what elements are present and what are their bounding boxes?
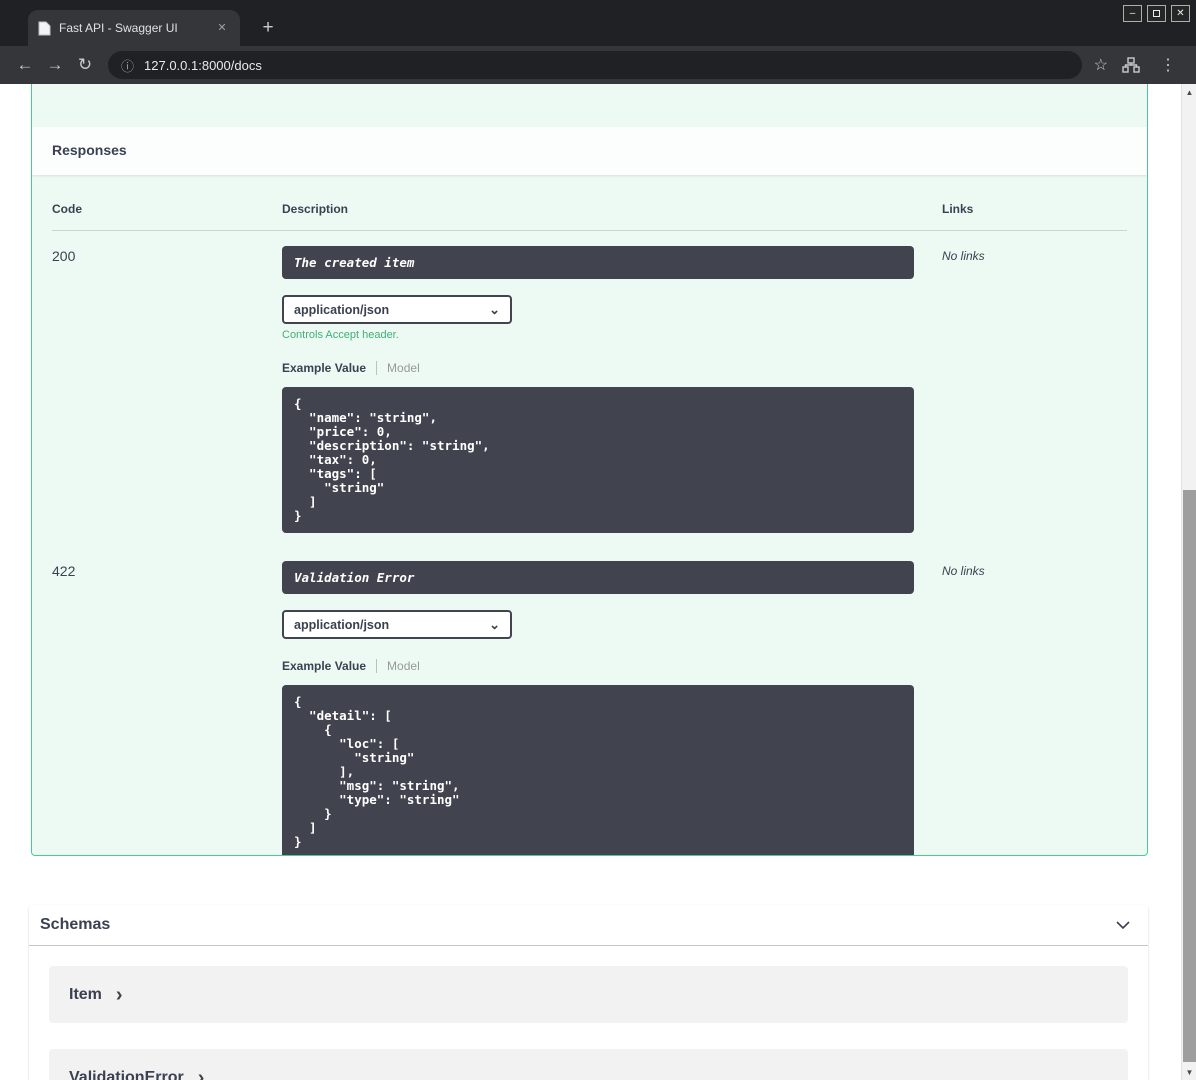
forward-icon[interactable]: → xyxy=(40,55,70,75)
example-model-tabs: Example Value Model xyxy=(282,659,942,673)
schemas-title: Schemas xyxy=(40,916,111,933)
schemas-body: Item › ValidationError › xyxy=(29,946,1148,1080)
chevron-right-icon: › xyxy=(115,983,123,1006)
responses-title: Responses xyxy=(52,142,127,158)
response-description: The created item xyxy=(282,246,914,279)
tab-close-icon[interactable]: ✕ xyxy=(214,20,230,36)
responses-table-header: Code Description Links xyxy=(52,190,1127,231)
browser-window: Fast API - Swagger UI ✕ + – ✕ ← → ↻ ⓘ 12… xyxy=(0,0,1196,1080)
back-icon[interactable]: ← xyxy=(10,55,40,75)
model-item[interactable]: Item › xyxy=(49,966,1128,1023)
model-validationerror[interactable]: ValidationError › xyxy=(49,1049,1128,1080)
info-icon[interactable]: ⓘ xyxy=(121,56,134,75)
operation-block: Responses Code Description Links 200 The… xyxy=(31,84,1148,856)
toolbar: ← → ↻ ⓘ 127.0.0.1:8000/docs ☆ ⋮ xyxy=(0,46,1196,84)
response-links: No links xyxy=(942,564,985,578)
tab-divider xyxy=(376,361,378,375)
response-description: Validation Error xyxy=(282,561,914,594)
example-json-block: { "name": "string", "price": 0, "descrip… xyxy=(282,387,914,533)
menu-kebab-icon[interactable]: ⋮ xyxy=(1154,55,1182,75)
schemas-section: Schemas Item › ValidationError › xyxy=(29,905,1148,1080)
tab-model[interactable]: Model xyxy=(387,659,420,673)
browser-tab[interactable]: Fast API - Swagger UI ✕ xyxy=(28,10,240,46)
close-button[interactable]: ✕ xyxy=(1171,5,1190,22)
reload-icon[interactable]: ↻ xyxy=(70,55,100,75)
response-description-cell: The created item application/json ⌄ Cont… xyxy=(282,246,942,533)
bookmark-star-icon[interactable]: ☆ xyxy=(1094,55,1108,75)
new-tab-button[interactable]: + xyxy=(254,14,282,42)
toolbar-actions: ☆ ⋮ xyxy=(1090,55,1186,75)
tab-model[interactable]: Model xyxy=(387,361,420,375)
titlebar: Fast API - Swagger UI ✕ + – ✕ xyxy=(0,0,1196,46)
column-description: Description xyxy=(282,202,349,216)
example-json-block: { "detail": [ { "loc": [ "string" ], "ms… xyxy=(282,685,914,855)
tab-divider xyxy=(376,659,378,673)
maximize-icon xyxy=(1153,10,1160,17)
media-type-value: application/json xyxy=(294,617,390,632)
chevron-right-icon: › xyxy=(197,1066,205,1080)
response-code: 200 xyxy=(52,248,76,264)
url-text: 127.0.0.1:8000/docs xyxy=(144,57,262,73)
tab-example-value[interactable]: Example Value xyxy=(282,659,366,673)
responses-table: Code Description Links 200 The created i… xyxy=(32,175,1147,855)
tab-example-value[interactable]: Example Value xyxy=(282,361,366,375)
maximize-button[interactable] xyxy=(1147,5,1166,22)
operation-block-spacer xyxy=(32,84,1147,127)
response-row-200: 200 The created item application/json ⌄ … xyxy=(52,231,1127,533)
window-controls: – ✕ xyxy=(1123,5,1190,22)
scrollbar[interactable]: ▲ ▼ xyxy=(1181,84,1196,1080)
column-links: Links xyxy=(942,202,974,216)
tab-title: Fast API - Swagger UI xyxy=(59,21,178,35)
scroll-down-icon[interactable]: ▼ xyxy=(1182,1064,1196,1080)
scroll-up-icon[interactable]: ▲ xyxy=(1182,84,1196,100)
schemas-header[interactable]: Schemas xyxy=(29,905,1148,946)
response-links: No links xyxy=(942,249,985,263)
chevron-down-icon[interactable] xyxy=(1112,914,1134,936)
model-name: Item xyxy=(69,985,102,1003)
example-model-tabs: Example Value Model xyxy=(282,361,942,375)
scrollbar-thumb[interactable] xyxy=(1183,490,1196,1062)
minimize-button[interactable]: – xyxy=(1123,5,1142,22)
response-code: 422 xyxy=(52,563,76,579)
media-type-select[interactable]: application/json ⌄ xyxy=(282,610,512,639)
chevron-down-icon: ⌄ xyxy=(489,616,500,632)
address-bar[interactable]: ⓘ 127.0.0.1:8000/docs xyxy=(108,51,1082,79)
media-type-select[interactable]: application/json ⌄ xyxy=(282,295,512,324)
model-name: ValidationError xyxy=(69,1068,184,1080)
chevron-down-icon: ⌄ xyxy=(489,301,500,317)
document-icon xyxy=(38,21,51,36)
controls-accept-note: Controls Accept header. xyxy=(282,329,399,341)
responses-section-header: Responses xyxy=(32,127,1147,175)
column-code: Code xyxy=(52,202,82,216)
response-row-422: 422 Validation Error application/json ⌄ … xyxy=(52,546,1127,855)
response-description-cell: Validation Error application/json ⌄ Exam… xyxy=(282,561,942,855)
media-type-value: application/json xyxy=(294,302,390,317)
sitemap-icon[interactable] xyxy=(1122,57,1140,73)
swagger-page: Responses Code Description Links 200 The… xyxy=(0,84,1181,1080)
